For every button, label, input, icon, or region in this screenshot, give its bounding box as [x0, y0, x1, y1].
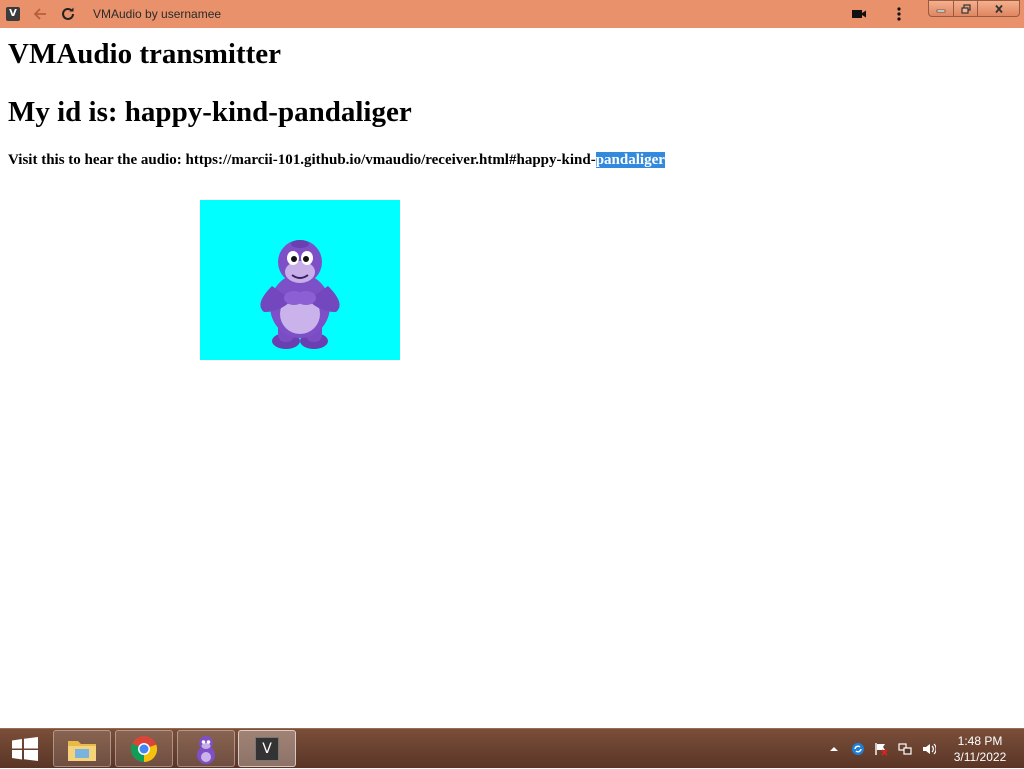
video-camera-icon [852, 10, 866, 18]
tray-action-center[interactable] [872, 729, 890, 769]
reload-icon [62, 7, 74, 20]
reload-button[interactable] [58, 4, 78, 24]
page-title: VMAudio transmitter [8, 38, 282, 70]
window-title: VMAudio by usernamee [93, 7, 222, 21]
show-hidden-icons-button[interactable] [826, 729, 842, 769]
close-button[interactable] [977, 0, 1020, 17]
id-heading: My id is: happy-kind-pandaliger [8, 96, 412, 128]
page-content: VMAudio transmitter My id is: happy-kind… [0, 28, 1024, 728]
selected-text: pandaliger [595, 152, 665, 168]
sync-icon [852, 743, 864, 755]
minimize-icon [936, 9, 946, 12]
taskbar-item-vmaudio[interactable]: V [238, 730, 296, 767]
bonzi-image [200, 200, 400, 360]
tray-volume[interactable] [920, 729, 938, 769]
v-app-icon: V [255, 736, 279, 761]
minimize-button[interactable] [928, 0, 954, 17]
taskbar-item-chrome[interactable] [115, 730, 173, 767]
receiver-link-prefix: Visit this to hear the audio: https://ma… [8, 152, 596, 168]
folder-icon [68, 740, 96, 761]
browser-titlebar: V VMAudio by usernamee [0, 0, 1024, 28]
arrow-left-icon [33, 8, 46, 20]
restore-button[interactable] [953, 0, 978, 17]
gorilla-icon [197, 735, 215, 764]
back-button[interactable] [30, 4, 50, 24]
browser-menu-button[interactable] [889, 4, 909, 24]
taskbar-item-bonzi-buddy[interactable] [177, 730, 235, 767]
start-button[interactable] [0, 729, 50, 769]
gorilla-icon [260, 240, 340, 349]
close-icon [994, 4, 1003, 13]
receiver-link-text: Visit this to hear the audio: https://ma… [8, 152, 665, 169]
tray-sync[interactable] [849, 729, 867, 769]
tray-network[interactable] [896, 729, 914, 769]
taskbar-item-file-explorer[interactable] [53, 730, 111, 767]
speaker-icon [923, 743, 936, 755]
taskbar-clock[interactable]: 1:48 PM 3/11/2022 [940, 733, 1020, 765]
clock-time: 1:48 PM [957, 734, 1003, 748]
clock-date: 3/11/2022 [953, 750, 1007, 764]
taskbar: V 1:48 PM 3/11/2022 [0, 728, 1024, 768]
network-icon [898, 743, 912, 755]
chevron-up-icon [830, 747, 838, 751]
cast-button[interactable] [849, 4, 869, 24]
flag-icon [875, 743, 888, 756]
app-icon: V [6, 7, 20, 21]
restore-icon [960, 3, 971, 14]
windows-logo-icon [12, 737, 38, 761]
chrome-icon [130, 735, 158, 762]
kebab-menu-icon [897, 7, 901, 21]
